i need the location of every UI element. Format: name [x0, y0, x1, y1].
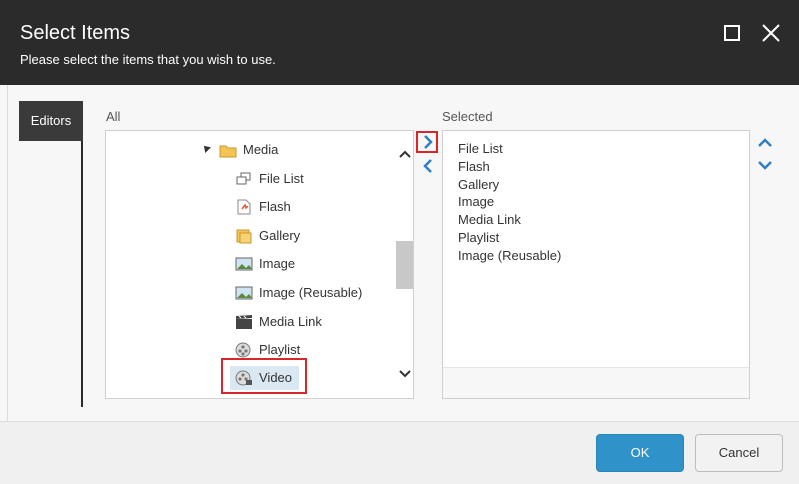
tree-item-media-link[interactable]: Media Link: [235, 310, 322, 334]
tree-item-flash[interactable]: Flash: [235, 195, 291, 219]
media-link-icon: [235, 314, 253, 330]
maximize-button[interactable]: [722, 22, 744, 44]
selected-item[interactable]: Image: [458, 194, 494, 209]
remove-item-arrow-icon[interactable]: [419, 157, 437, 175]
background-edge: [0, 85, 8, 421]
dialog-footer: OK Cancel: [0, 421, 799, 484]
selected-list-footer: [443, 367, 749, 398]
tree-item-label: Flash: [259, 199, 291, 214]
folder-icon: [219, 142, 237, 158]
selected-item[interactable]: Playlist: [458, 230, 499, 245]
ok-button[interactable]: OK: [596, 434, 684, 472]
scroll-down-icon[interactable]: [398, 367, 412, 381]
tree-item-label: File List: [259, 171, 304, 186]
file-list-icon: [235, 171, 253, 187]
selected-item[interactable]: Gallery: [458, 177, 499, 192]
close-button[interactable]: [760, 22, 782, 44]
add-arrow-highlight-box: [416, 131, 438, 153]
tree-item-file-list[interactable]: File List: [235, 167, 304, 191]
cancel-button[interactable]: Cancel: [695, 434, 783, 472]
all-label: All: [106, 109, 121, 124]
dialog-subtitle: Please select the items that you wish to…: [20, 52, 276, 67]
tree-item-image-reusable[interactable]: Image (Reusable): [235, 281, 362, 305]
selected-item[interactable]: Image (Reusable): [458, 248, 561, 263]
selected-item[interactable]: Media Link: [458, 212, 521, 227]
sidebar: Editors: [19, 101, 83, 407]
collapse-caret-icon[interactable]: [201, 143, 211, 153]
tree-item-label: Media Link: [259, 314, 322, 329]
tree-item-image[interactable]: Image: [235, 252, 295, 276]
tree-item-label: Image: [259, 256, 296, 271]
selected-label: Selected: [442, 109, 493, 124]
playlist-icon: [235, 342, 253, 358]
video-highlight-box: [221, 358, 307, 394]
selected-item[interactable]: Flash: [458, 159, 490, 174]
selected-item[interactable]: File List: [458, 141, 503, 156]
dialog-title: Select Items: [20, 22, 131, 44]
tab-editors[interactable]: Editors: [19, 101, 83, 141]
image-icon: [235, 256, 253, 272]
flash-icon: [235, 199, 253, 215]
move-up-icon[interactable]: [757, 136, 773, 150]
tree-item-gallery[interactable]: Gallery: [235, 224, 300, 248]
select-items-dialog: Select Items Please select the items tha…: [0, 0, 799, 484]
tree-item-media[interactable]: Media: [219, 138, 278, 162]
gallery-icon: [235, 228, 253, 244]
tree-item-label: Image (Reusable): [259, 285, 363, 300]
scroll-up-icon[interactable]: [398, 147, 412, 161]
selected-items-list[interactable]: File List Flash Gallery Image Media Link…: [442, 130, 750, 399]
tree-scrollbar[interactable]: [396, 131, 413, 398]
tree-item-label: Media: [243, 142, 279, 157]
maximize-icon: [724, 25, 740, 41]
image-icon: [235, 285, 253, 301]
close-icon: [762, 24, 780, 42]
scroll-thumb[interactable]: [396, 241, 413, 289]
tree-item-label: Gallery: [259, 228, 301, 243]
dialog-header: Select Items Please select the items tha…: [0, 0, 799, 85]
move-down-icon[interactable]: [757, 158, 773, 172]
